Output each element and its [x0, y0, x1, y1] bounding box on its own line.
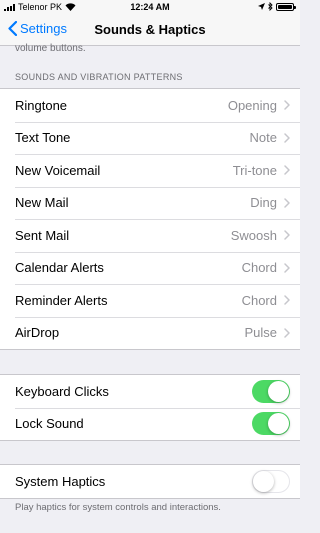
switch-knob	[268, 380, 289, 402]
pattern-row-value: Ding	[250, 195, 277, 211]
battery-level	[278, 4, 292, 9]
lock-sound-switch[interactable]	[252, 412, 290, 436]
haptics-group: System Haptics	[0, 464, 300, 499]
pattern-row-value: Chord	[241, 292, 277, 308]
pattern-row-calendar-alerts[interactable]: Calendar Alerts Chord	[0, 251, 300, 285]
pattern-row-value: Chord	[241, 260, 277, 276]
status-time: 12:24 AM	[130, 2, 170, 12]
navigation-bar: Settings Sounds & Haptics	[0, 14, 300, 46]
patterns-section-header: SOUNDS AND VIBRATION PATTERNS	[15, 72, 183, 82]
pattern-row-value: Note	[249, 130, 277, 146]
pattern-row-label: New Voicemail	[15, 162, 101, 178]
pattern-row-value: Pulse	[244, 325, 277, 341]
system-haptics-label: System Haptics	[15, 473, 106, 489]
chevron-right-icon	[284, 100, 290, 110]
pattern-row-label: AirDrop	[15, 325, 60, 341]
pattern-row-reminder-alerts[interactable]: Reminder Alerts Chord	[0, 284, 300, 317]
pattern-row-label: Calendar Alerts	[15, 260, 104, 276]
patterns-list: Ringtone Opening Text Tone Note New Voicemai…	[0, 88, 300, 350]
keyboard-clicks-label: Keyboard Clicks	[15, 383, 109, 399]
pattern-row-label: Ringtone	[15, 97, 68, 113]
pattern-row-label: Reminder Alerts	[15, 292, 108, 308]
pattern-row-airdrop[interactable]: AirDrop Pulse	[0, 316, 300, 350]
vibrate-footer-note: volume buttons.	[15, 43, 86, 54]
lock-sound-label: Lock Sound	[15, 416, 84, 432]
battery-icon	[276, 2, 296, 11]
location-icon	[258, 3, 265, 10]
pattern-row-label: New Mail	[15, 195, 69, 211]
chevron-right-icon	[284, 230, 290, 240]
system-haptics-switch[interactable]	[252, 469, 290, 493]
chevron-right-icon	[284, 133, 290, 143]
system-haptics-row: System Haptics	[0, 465, 300, 498]
pattern-row-label: Sent Mail	[15, 227, 70, 243]
haptics-footer-note: Play haptics for system controls and int…	[15, 502, 221, 513]
sound-toggles-group: Keyboard Clicks Lock Sound	[0, 374, 300, 441]
pattern-row-sent-mail[interactable]: Sent Mail Swoosh	[0, 219, 300, 252]
pattern-row-new-voicemail[interactable]: New Voicemail Tri-tone	[0, 154, 300, 187]
pattern-row-value: Opening	[227, 97, 277, 113]
page-title: Sounds & Haptics	[94, 22, 206, 37]
bluetooth-icon	[268, 2, 273, 11]
chevron-right-icon	[284, 263, 290, 273]
switch-knob	[268, 413, 289, 435]
switch-knob	[253, 470, 274, 492]
pattern-row-label: Text Tone	[15, 130, 71, 146]
lock-sound-row: Lock Sound	[0, 407, 300, 441]
pattern-row-value: Tri-tone	[232, 162, 277, 178]
keyboard-clicks-switch[interactable]	[252, 379, 290, 403]
status-bar: Telenor PK 12:24 AM	[0, 0, 300, 14]
keyboard-clicks-row: Keyboard Clicks	[0, 375, 300, 408]
pattern-row-value: Swoosh	[230, 227, 277, 243]
pattern-row-ringtone[interactable]: Ringtone Opening	[0, 89, 300, 122]
chevron-right-icon	[284, 295, 290, 305]
chevron-right-icon	[284, 198, 290, 208]
pattern-row-new-mail[interactable]: New Mail Ding	[0, 186, 300, 220]
pattern-row-text-tone[interactable]: Text Tone Note	[0, 121, 300, 155]
chevron-right-icon	[284, 328, 290, 338]
status-right	[258, 2, 296, 11]
chevron-right-icon	[284, 165, 290, 175]
